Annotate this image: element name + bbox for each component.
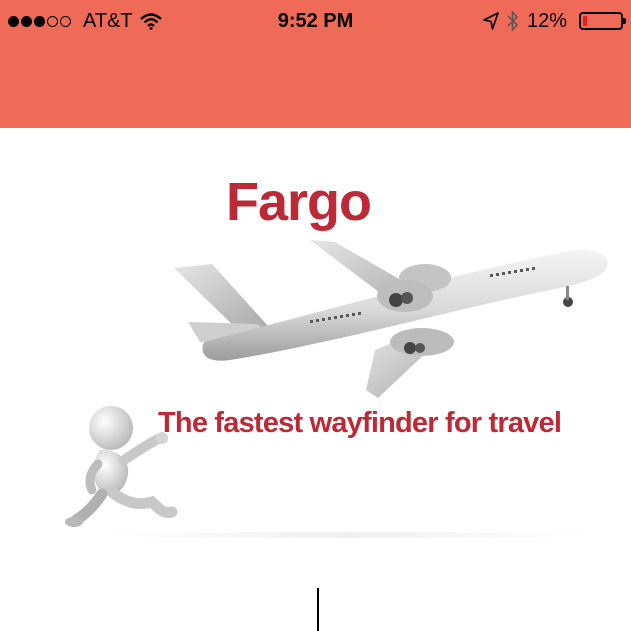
airplane-illustration [174, 240, 608, 398]
text-cursor [317, 588, 319, 631]
status-right: 12% [483, 6, 626, 36]
app-tagline: The fastest wayfinder for travel [158, 407, 562, 439]
app-name: Fargo [226, 172, 372, 232]
battery-icon [579, 12, 626, 30]
battery-level-fill [583, 16, 587, 26]
location-arrow-icon [483, 12, 499, 30]
battery-percent: 12% [526, 10, 567, 32]
ground-shadow [88, 532, 608, 538]
status-bar: AT&T 9:52 PM 12% [0, 0, 631, 128]
bluetooth-icon [507, 11, 518, 31]
